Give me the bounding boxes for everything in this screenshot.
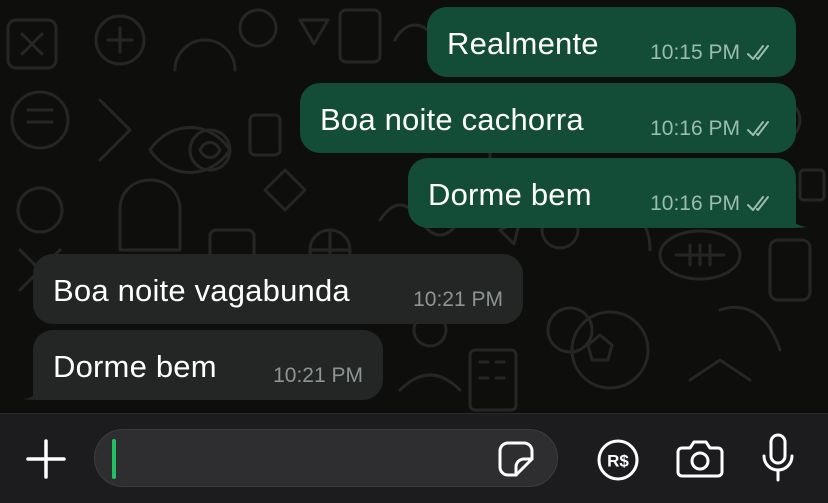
double-check-icon [747,45,769,60]
outgoing-message-bubble[interactable]: Boa noite cachorra 10:16 PM [300,83,796,153]
message-text: Realmente [447,26,599,61]
message-text: Dorme bem [53,349,217,384]
outgoing-message-bubble[interactable]: Realmente 10:15 PM [427,7,796,77]
message-input[interactable] [113,438,483,478]
message-meta: 10:21 PM [273,364,363,388]
message-text: Dorme bem [428,177,592,212]
message-text: Boa noite cachorra [320,102,584,137]
message-text: Boa noite vagabunda [53,273,350,308]
bubble-tail [786,206,807,228]
message-time: 10:15 PM [650,41,740,64]
double-check-icon [747,121,769,136]
message-meta: 10:16 PM [650,192,774,216]
double-check-icon [747,196,769,211]
message-time: 10:21 PM [273,364,363,387]
camera-icon[interactable] [676,438,724,480]
message-meta: 10:16 PM [650,117,774,141]
message-input-box[interactable] [94,429,558,487]
incoming-message-bubble[interactable]: Dorme bem 10:21 PM [33,330,383,400]
message-meta: 10:21 PM [413,288,503,312]
payment-icon[interactable]: R$ [596,438,640,482]
message-time: 10:16 PM [650,192,740,215]
microphone-icon[interactable] [760,432,796,484]
svg-text:R$: R$ [607,452,629,471]
message-time: 10:16 PM [650,117,740,140]
outgoing-message-bubble[interactable]: Dorme bem 10:16 PM [408,158,796,228]
bubble-tail [23,378,44,400]
plus-icon[interactable] [25,438,67,480]
chat-area[interactable]: Realmente 10:15 PM Boa noite cachorra 10… [0,0,828,413]
sticker-icon[interactable] [497,440,535,478]
text-caret [112,439,116,479]
incoming-message-bubble[interactable]: Boa noite vagabunda 10:21 PM [33,254,523,324]
message-meta: 10:15 PM [650,41,774,65]
message-time: 10:21 PM [413,288,503,311]
